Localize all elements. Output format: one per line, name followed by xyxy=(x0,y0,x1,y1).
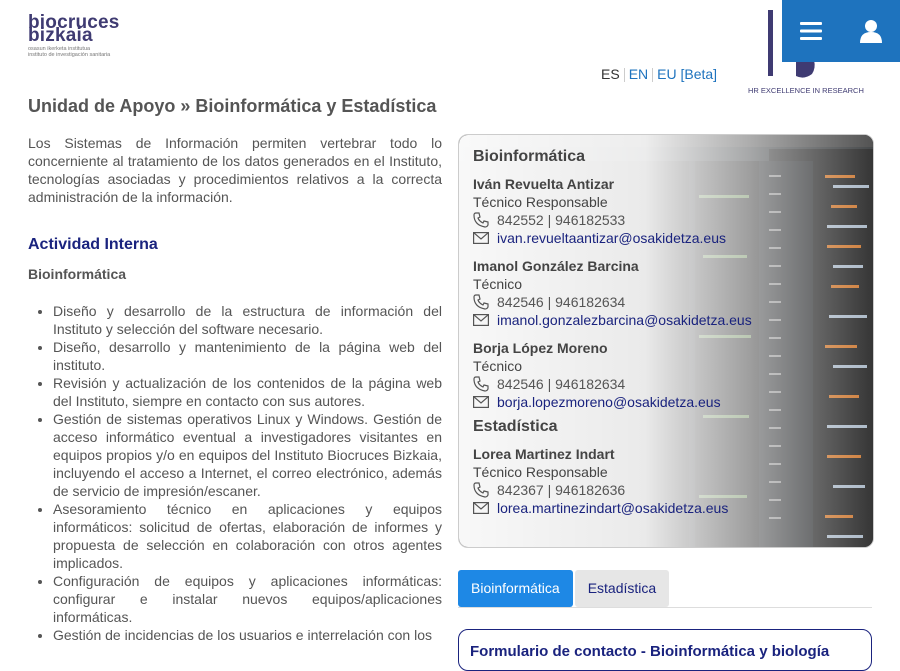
person-name: Lorea Martinez Indart xyxy=(473,446,615,462)
lang-divider xyxy=(652,68,654,83)
person-role: Técnico xyxy=(473,358,523,374)
lang-es[interactable]: ES xyxy=(601,66,620,82)
tab-estadistica[interactable]: Estadística xyxy=(574,570,670,607)
phone-icon xyxy=(473,376,489,392)
phone-icon xyxy=(473,294,489,310)
subsection-title: Bioinformática xyxy=(28,266,127,282)
phone-icon xyxy=(473,212,489,228)
person-phone: 842367 | 946182636 xyxy=(473,481,863,499)
email-link[interactable]: imanol.gonzalezbarcina@osakidetza.eus xyxy=(497,311,752,329)
logo-subtitle-2: instituto de investigación sanitaria xyxy=(28,52,111,58)
person-email: imanol.gonzalezbarcina@osakidetza.eus xyxy=(473,311,863,329)
person-email: borja.lopezmoreno@osakidetza.eus xyxy=(473,393,863,411)
language-switcher: ES EN EU [Beta] xyxy=(601,66,717,83)
page-title: Unidad de Apoyo » Bioinformática y Estad… xyxy=(28,96,437,116)
list-item: Diseño y desarrollo de la estructura de … xyxy=(53,302,442,338)
contact-person: Borja López Moreno Técnico 842546 | 9461… xyxy=(473,339,863,411)
hr-excellence-label: HR EXCELLENCE IN RESEARCH xyxy=(748,86,864,95)
unit-tabs: Bioinformática Estadística xyxy=(458,570,671,607)
person-name: Borja López Moreno xyxy=(473,340,608,356)
contact-card: Bioinformática Iván Revuelta Antizar Téc… xyxy=(458,134,874,548)
contact-person: Lorea Martinez Indart Técnico Responsabl… xyxy=(473,445,863,517)
person-role: Técnico Responsable xyxy=(473,194,608,210)
tab-bioinformatica[interactable]: Bioinformática xyxy=(458,570,573,607)
person-role: Técnico xyxy=(473,276,523,292)
person-phone: 842552 | 946182533 xyxy=(473,211,863,229)
contact-group-title: Bioinformática xyxy=(473,148,586,165)
user-icon[interactable] xyxy=(860,19,882,43)
list-item: Configuración de equipos y aplicaciones … xyxy=(53,572,442,626)
hamburger-menu-icon[interactable] xyxy=(800,21,822,41)
person-email: lorea.martinezindart@osakidetza.eus xyxy=(473,499,863,517)
list-item: Gestión de incidencias de los usuarios e… xyxy=(53,626,442,644)
phone-number: 842552 | 946182533 xyxy=(497,212,626,228)
contact-form-title: Formulario de contacto - Bioinformática … xyxy=(470,643,830,660)
section-title: Actividad Interna xyxy=(28,236,158,253)
email-link[interactable]: ivan.revueltaantizar@osakidetza.eus xyxy=(497,229,726,247)
person-role: Técnico Responsable xyxy=(473,464,608,480)
lang-en[interactable]: EN xyxy=(629,66,648,82)
person-name: Iván Revuelta Antizar xyxy=(473,176,615,192)
lang-eu[interactable]: EU [Beta] xyxy=(657,66,717,82)
envelope-icon xyxy=(473,502,489,514)
email-link[interactable]: borja.lopezmoreno@osakidetza.eus xyxy=(497,393,721,411)
lang-divider xyxy=(623,68,625,83)
biocruces-logo[interactable]: biocruces bizkaia osasun ikerketa instit… xyxy=(28,13,148,58)
person-email: ivan.revueltaantizar@osakidetza.eus xyxy=(473,229,863,247)
phone-icon xyxy=(473,482,489,498)
envelope-icon xyxy=(473,232,489,244)
intro-paragraph: Los Sistemas de Información permiten ver… xyxy=(28,135,442,205)
logo-line-2: bizkaia xyxy=(28,25,93,46)
task-list: Diseño y desarrollo de la estructura de … xyxy=(28,302,442,644)
tab-divider xyxy=(458,607,872,608)
envelope-icon xyxy=(473,314,489,326)
contact-form-panel: Formulario de contacto - Bioinformática … xyxy=(458,629,872,671)
person-phone: 842546 | 946182634 xyxy=(473,375,863,393)
list-item: Gestión de sistemas operativos Linux y W… xyxy=(53,410,442,500)
list-item: Diseño, desarrollo y mantenimiento de la… xyxy=(53,338,442,374)
email-link[interactable]: lorea.martinezindart@osakidetza.eus xyxy=(497,499,728,517)
contact-person: Imanol González Barcina Técnico 842546 |… xyxy=(473,257,863,329)
logo-wordmark: biocruces bizkaia xyxy=(28,13,148,46)
contact-list: Bioinformática Iván Revuelta Antizar Téc… xyxy=(473,147,863,527)
phone-number: 842546 | 946182634 xyxy=(497,294,626,310)
list-item: Revisión y actualización de los contenid… xyxy=(53,374,442,410)
list-item: Asesoramiento técnico en aplicaciones y … xyxy=(53,500,442,572)
person-phone: 842546 | 946182634 xyxy=(473,293,863,311)
envelope-icon xyxy=(473,396,489,408)
logo-subtitle: osasun ikerketa institutua instituto de … xyxy=(28,46,148,58)
phone-number: 842367 | 946182636 xyxy=(497,482,626,498)
contact-group-title: Estadística xyxy=(473,418,558,435)
phone-number: 842546 | 946182634 xyxy=(497,376,626,392)
contact-person: Iván Revuelta Antizar Técnico Responsabl… xyxy=(473,175,863,247)
top-action-bar xyxy=(782,0,900,62)
person-name: Imanol González Barcina xyxy=(473,258,639,274)
